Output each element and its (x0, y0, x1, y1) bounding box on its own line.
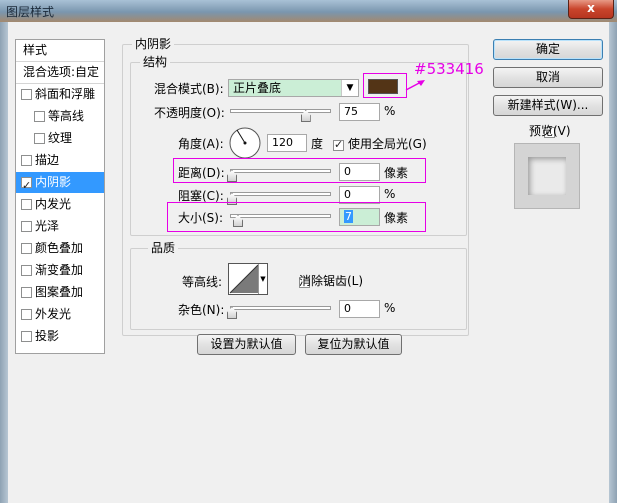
shadow-color-swatch[interactable] (368, 79, 398, 94)
style-item[interactable]: 图案叠加 (16, 282, 104, 303)
style-item-checkbox[interactable] (21, 243, 32, 254)
inner-shadow-title: 内阴影 (132, 35, 175, 52)
noise-unit: % (384, 301, 396, 315)
choke-slider-track[interactable] (230, 192, 331, 196)
style-item[interactable]: 颜色叠加 (16, 238, 104, 259)
size-input[interactable]: 7 (339, 208, 380, 226)
style-item-checkbox[interactable] (21, 309, 32, 320)
window-frame-right (609, 22, 617, 503)
blend-mode-value: 正片叠底 (233, 81, 282, 95)
opacity-label: 不透明度(O): (154, 106, 225, 120)
style-list-blend-options[interactable]: 混合选项:自定 (16, 62, 104, 84)
angle-label: 角度(A): (178, 137, 224, 151)
style-item-label: 外发光 (35, 307, 72, 321)
style-preview-thumbnail (514, 143, 580, 209)
blend-mode-dropdown[interactable]: 正片叠底 ▼ (228, 79, 359, 97)
style-item-label: 描边 (35, 153, 60, 167)
style-item[interactable]: 内发光 (16, 194, 104, 215)
style-item[interactable]: 外发光 (16, 304, 104, 325)
style-item-label: 内发光 (35, 197, 72, 211)
style-list: 样式 混合选项:自定 斜面和浮雕等高线纹理描边内阴影内发光光泽颜色叠加渐变叠加图… (15, 39, 105, 354)
style-item[interactable]: 等高线 (16, 106, 104, 127)
chevron-down-icon: ▼ (341, 80, 358, 96)
opacity-slider-track[interactable] (230, 109, 331, 113)
style-item[interactable]: 纹理 (16, 128, 104, 149)
noise-slider-track[interactable] (230, 306, 331, 310)
style-item-label: 颜色叠加 (35, 241, 84, 255)
make-default-button[interactable]: 设置为默认值 (197, 334, 296, 355)
window-frame-left (0, 22, 8, 503)
style-item-label: 渐变叠加 (35, 263, 84, 277)
window-title: 图层样式 (6, 5, 55, 19)
title-bar: 图层样式 (0, 0, 617, 22)
distance-label: 距离(D): (178, 166, 225, 180)
style-item-checkbox[interactable] (21, 221, 32, 232)
style-item-label: 内阴影 (35, 175, 72, 189)
style-item-label: 斜面和浮雕 (35, 87, 96, 101)
choke-unit: % (384, 187, 396, 201)
style-item-checkbox[interactable] (34, 133, 45, 144)
blend-mode-label: 混合模式(B): (154, 82, 224, 96)
noise-label: 杂色(N): (178, 303, 225, 317)
contour-chevron-down-icon: ▼ (258, 264, 267, 294)
style-item-label: 投影 (35, 329, 60, 343)
ok-button[interactable]: 确定 (493, 39, 603, 60)
size-label: 大小(S): (178, 211, 224, 225)
contour-picker[interactable]: ▼ (228, 263, 268, 295)
distance-unit: 像素 (384, 166, 409, 180)
new-style-button[interactable]: 新建样式(W)... (493, 95, 603, 116)
opacity-input[interactable]: 75 (339, 103, 380, 121)
distance-slider-track[interactable] (230, 169, 331, 173)
cancel-button[interactable]: 取消 (493, 67, 603, 88)
size-value: 7 (344, 210, 353, 223)
color-hex-annotation: #533416 (414, 60, 484, 78)
style-item-checkbox[interactable] (21, 175, 32, 196)
angle-input[interactable]: 120 (267, 134, 307, 152)
style-item[interactable]: 渐变叠加 (16, 260, 104, 281)
style-item-checkbox[interactable] (21, 155, 32, 166)
contour-linear-icon (229, 264, 259, 294)
distance-input[interactable]: 0 (339, 163, 380, 181)
global-light-label: 使用全局光(G) (348, 137, 427, 151)
angle-dial-icon[interactable] (228, 126, 262, 160)
style-item[interactable]: 光泽 (16, 216, 104, 237)
opacity-unit: % (384, 104, 396, 118)
style-item-label: 光泽 (35, 219, 60, 233)
style-item[interactable]: 斜面和浮雕 (16, 84, 104, 105)
style-item-checkbox[interactable] (21, 199, 32, 210)
structure-title: 结构 (140, 53, 171, 70)
annotation-arrow-icon (405, 80, 425, 91)
global-light-checkbox[interactable] (333, 138, 344, 151)
contour-label: 等高线: (182, 275, 223, 289)
noise-input[interactable]: 0 (339, 300, 380, 318)
window-close-button[interactable]: x (568, 0, 614, 19)
style-item-label: 图案叠加 (35, 285, 84, 299)
style-item[interactable]: 描边 (16, 150, 104, 171)
style-item-label: 等高线 (48, 109, 85, 123)
style-item-checkbox[interactable] (21, 89, 32, 100)
preview-swatch (528, 157, 566, 195)
style-item-checkbox[interactable] (21, 265, 32, 276)
preview-label: 预览(V) (529, 124, 571, 138)
layer-style-dialog: 样式 混合选项:自定 斜面和浮雕等高线纹理描边内阴影内发光光泽颜色叠加渐变叠加图… (8, 22, 609, 503)
style-item-checkbox[interactable] (34, 111, 45, 122)
style-item-label: 纹理 (48, 131, 73, 145)
size-slider-track[interactable] (230, 214, 331, 218)
style-list-header[interactable]: 样式 (16, 40, 104, 62)
size-unit: 像素 (384, 211, 409, 225)
quality-title: 品质 (148, 239, 179, 256)
style-item-checkbox[interactable] (21, 331, 32, 342)
style-item[interactable]: 投影 (16, 326, 104, 347)
style-item[interactable]: 内阴影 (16, 172, 104, 196)
anti-alias-label: 消除锯齿(L) (299, 274, 364, 288)
style-item-checkbox[interactable] (21, 287, 32, 298)
reset-default-button[interactable]: 复位为默认值 (305, 334, 402, 355)
angle-unit: 度 (311, 137, 324, 151)
